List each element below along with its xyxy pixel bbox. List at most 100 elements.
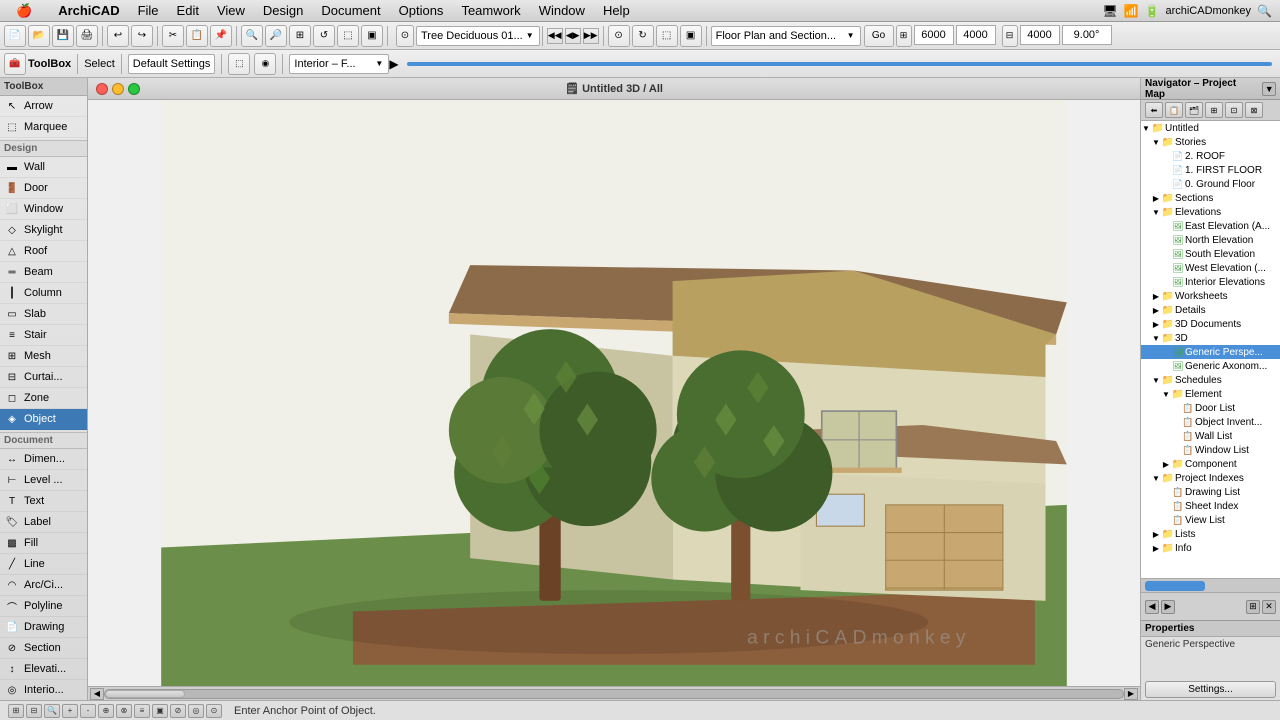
tree-item-9[interactable]: 🖼South Elevation	[1141, 247, 1280, 261]
status-icon-7[interactable]: ⊗	[116, 704, 132, 718]
tree-item-21[interactable]: 📋Object Invent...	[1141, 415, 1280, 429]
tree-item-22[interactable]: 📋Wall List	[1141, 429, 1280, 443]
tool-item-elevation[interactable]: ↕Elevati...	[0, 659, 87, 680]
tree-item-8[interactable]: 🖼North Elevation	[1141, 233, 1280, 247]
tree-item-16[interactable]: 🖼Generic Perspe...	[1141, 345, 1280, 359]
tree-item-15[interactable]: ▼📁3D	[1141, 331, 1280, 345]
refresh-btn[interactable]: ↺	[313, 25, 335, 47]
status-icon-11[interactable]: ◎	[188, 704, 204, 718]
view-orbit-btn[interactable]: ⊙	[608, 25, 630, 47]
apple-menu[interactable]: 🍎	[8, 1, 40, 21]
tool-item-skylight[interactable]: ◇Skylight	[0, 220, 87, 241]
tree-toggle-5[interactable]: ▶	[1151, 194, 1161, 203]
status-icon-4[interactable]: +	[62, 704, 78, 718]
tree-toggle-19[interactable]: ▼	[1161, 390, 1171, 399]
tree-toggle-6[interactable]: ▼	[1151, 208, 1161, 217]
tree-toggle-15[interactable]: ▼	[1151, 334, 1161, 343]
tool-item-door[interactable]: 🚪Door	[0, 178, 87, 199]
settings-btn[interactable]: Settings...	[1145, 681, 1276, 698]
menu-teamwork[interactable]: Teamwork	[453, 1, 528, 20]
panel-close-btn[interactable]: ✕	[1262, 600, 1276, 614]
tree-item-20[interactable]: 📋Door List	[1141, 401, 1280, 415]
tree-toggle-30[interactable]: ▶	[1151, 544, 1161, 553]
tool-item-arrow[interactable]: ↖Arrow	[0, 96, 87, 117]
tool-item-polyline[interactable]: ⌒Polyline	[0, 596, 87, 617]
nav-btn-2[interactable]: 📋	[1165, 102, 1183, 118]
nav-start-btn[interactable]: ◀◀	[547, 28, 563, 44]
tool-item-wall[interactable]: ▬Wall	[0, 157, 87, 178]
status-icon-5[interactable]: -	[80, 704, 96, 718]
panel-scroll[interactable]	[1141, 578, 1280, 592]
nav-btn-6[interactable]: ⊠	[1245, 102, 1263, 118]
window-max-btn[interactable]	[128, 83, 140, 95]
undo-btn[interactable]: ↩	[107, 25, 129, 47]
status-icon-1[interactable]: ⊞	[8, 704, 24, 718]
tree-item-2[interactable]: 📄2. ROOF	[1141, 149, 1280, 163]
tool-item-marquee[interactable]: ⬚Marquee	[0, 117, 87, 138]
tree-item-30[interactable]: ▶📁Info	[1141, 541, 1280, 555]
tool-item-interior[interactable]: ◎Interio...	[0, 680, 87, 700]
object-title-dropdown[interactable]: Tree Deciduous 01...	[416, 26, 540, 46]
tree-toggle-18[interactable]: ▼	[1151, 376, 1161, 385]
tree-item-10[interactable]: 🖼West Elevation (...	[1141, 261, 1280, 275]
window-min-btn[interactable]	[112, 83, 124, 95]
tree-item-28[interactable]: 📋View List	[1141, 513, 1280, 527]
status-icon-2[interactable]: ⊟	[26, 704, 42, 718]
copy-btn[interactable]: 📋	[186, 25, 208, 47]
view-walk-btn[interactable]: ⬚	[656, 25, 678, 47]
tree-item-5[interactable]: ▶📁Sections	[1141, 191, 1280, 205]
window-close-btn[interactable]	[96, 83, 108, 95]
tree-toggle-29[interactable]: ▶	[1151, 530, 1161, 539]
tool-item-dimen[interactable]: ↔Dimen...	[0, 449, 87, 470]
search-icon[interactable]: 🔍	[1257, 4, 1272, 18]
status-icon-12[interactable]: ⊙	[206, 704, 222, 718]
tool-item-drawing[interactable]: 📄Drawing	[0, 617, 87, 638]
menu-help[interactable]: Help	[595, 1, 638, 20]
tree-item-27[interactable]: 📋Sheet Index	[1141, 499, 1280, 513]
tool-item-mesh[interactable]: ⊞Mesh	[0, 346, 87, 367]
interior-dropdown[interactable]: Interior – F...	[289, 54, 389, 74]
tree-item-6[interactable]: ▼📁Elevations	[1141, 205, 1280, 219]
tree-item-17[interactable]: 🖼Generic Axonom...	[1141, 359, 1280, 373]
tool-item-beam[interactable]: ═Beam	[0, 262, 87, 283]
tree-item-3[interactable]: 📄1. FIRST FLOOR	[1141, 163, 1280, 177]
nav-btn-4[interactable]: ⊞	[1205, 102, 1223, 118]
scroll-track[interactable]	[104, 689, 1124, 699]
menu-view[interactable]: View	[209, 1, 253, 20]
nav-play-btn[interactable]: ◀▶	[565, 28, 581, 44]
view-fly-btn[interactable]: ▣	[680, 25, 702, 47]
tool-item-column[interactable]: ┃Column	[0, 283, 87, 304]
zoom-in-btn[interactable]: 🔍	[241, 25, 263, 47]
coord-y[interactable]: 4000	[956, 25, 996, 45]
tree-toggle-12[interactable]: ▶	[1151, 292, 1161, 301]
tree-toggle-13[interactable]: ▶	[1151, 306, 1161, 315]
tree-toggle-25[interactable]: ▼	[1151, 474, 1161, 483]
tool-item-window[interactable]: ⬜Window	[0, 199, 87, 220]
menu-window[interactable]: Window	[531, 1, 593, 20]
nav-end-btn[interactable]: ▶▶	[583, 28, 599, 44]
view-rotate-btn[interactable]: ↻	[632, 25, 654, 47]
tool-item-slab[interactable]: ▭Slab	[0, 304, 87, 325]
new-btn[interactable]: 📄	[4, 25, 26, 47]
save-btn[interactable]: 💾	[52, 25, 74, 47]
nav-btn-1[interactable]: ⬅	[1145, 102, 1163, 118]
nav-btn-3[interactable]: 🗂	[1185, 102, 1203, 118]
print-btn[interactable]: 🖨	[76, 25, 98, 47]
section-dropdown[interactable]: Floor Plan and Section...	[711, 26, 861, 46]
status-icon-3[interactable]: 🔍	[44, 704, 60, 718]
redo-btn[interactable]: ↪	[131, 25, 153, 47]
tree-item-23[interactable]: 📋Window List	[1141, 443, 1280, 457]
viewport[interactable]: archiCADmonkey	[88, 100, 1140, 686]
render-btn[interactable]: ▣	[361, 25, 383, 47]
tool-item-roof[interactable]: △Roof	[0, 241, 87, 262]
nav-btn-5[interactable]: ⊡	[1225, 102, 1243, 118]
tool-item-fill[interactable]: ▩Fill	[0, 533, 87, 554]
tree-item-1[interactable]: ▼📁Stories	[1141, 135, 1280, 149]
tree-item-19[interactable]: ▼📁Element	[1141, 387, 1280, 401]
tool-item-level[interactable]: ⊢Level ...	[0, 470, 87, 491]
tree-item-7[interactable]: 🖼East Elevation (A...	[1141, 219, 1280, 233]
tool-item-section[interactable]: ⊘Section	[0, 638, 87, 659]
panel-scroll-thumb[interactable]	[1145, 581, 1205, 591]
tool-item-zone[interactable]: ◻Zone	[0, 388, 87, 409]
tree-item-18[interactable]: ▼📁Schedules	[1141, 373, 1280, 387]
